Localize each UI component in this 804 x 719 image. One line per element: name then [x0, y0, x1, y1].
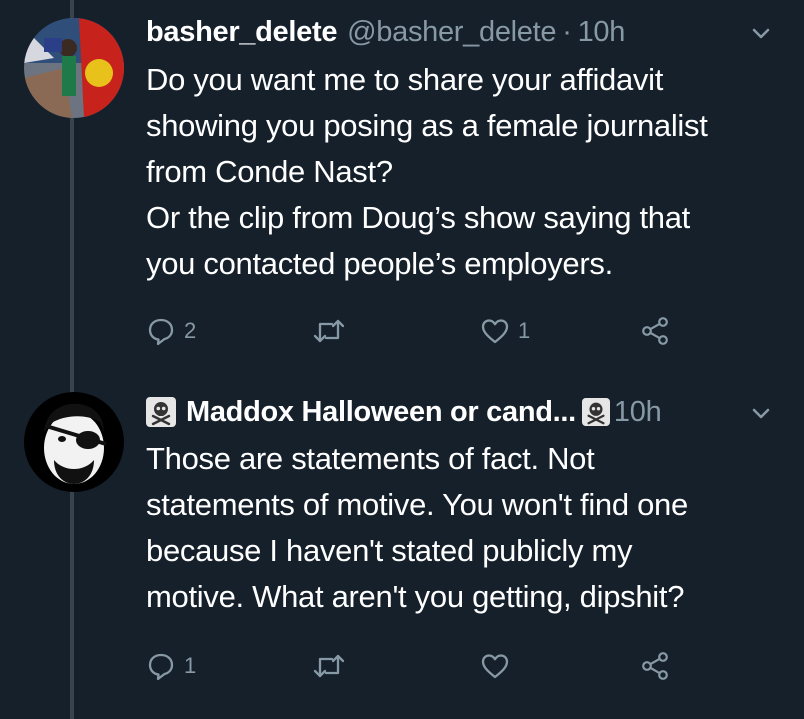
- timestamp[interactable]: 10h: [614, 396, 662, 429]
- like-count: 1: [518, 318, 531, 343]
- share-button[interactable]: [640, 651, 670, 681]
- share-button[interactable]: [640, 316, 670, 346]
- tweet-header: basher_delete @basher_delete · 10h: [146, 10, 774, 54]
- heart-icon: [481, 654, 509, 679]
- tweet[interactable]: basher_delete @basher_delete · 10h Do yo…: [0, 0, 804, 370]
- share-icon: [642, 317, 668, 345]
- reply-button[interactable]: 2: [146, 316, 196, 346]
- avatar[interactable]: [24, 392, 124, 492]
- like-button[interactable]: [480, 651, 518, 681]
- timestamp[interactable]: 10h: [578, 16, 626, 49]
- reply-icon: [148, 318, 174, 346]
- retweet-button[interactable]: [312, 651, 354, 681]
- tweet-actions: 2 1: [146, 316, 706, 346]
- reply-count: 2: [184, 318, 197, 343]
- reply-button[interactable]: 1: [146, 651, 196, 681]
- tweet-text: Those are statements of fact. Not statem…: [146, 441, 688, 614]
- skull-crossbones-icon: [146, 397, 176, 427]
- tweet-header: Maddox Halloween or cand... 10h: [146, 390, 774, 434]
- avatar[interactable]: [24, 18, 124, 118]
- display-name[interactable]: Maddox Halloween or cand...: [186, 396, 576, 429]
- share-icon: [642, 652, 668, 680]
- retweet-icon: [313, 319, 345, 343]
- heart-icon: [481, 319, 509, 344]
- reply-count: 1: [184, 653, 197, 678]
- retweet-icon: [313, 654, 345, 678]
- reply-icon: [148, 653, 174, 681]
- tweet-text: Do you want me to share your affidavit s…: [146, 62, 708, 281]
- chevron-down-icon[interactable]: [748, 20, 774, 46]
- display-name[interactable]: basher_delete: [146, 16, 337, 49]
- tweet[interactable]: Maddox Halloween or cand... 10h Those ar…: [0, 370, 804, 719]
- chevron-down-icon[interactable]: [748, 400, 774, 426]
- separator: ·: [562, 15, 572, 48]
- like-button[interactable]: 1: [480, 316, 530, 346]
- tweet-actions: 1: [146, 651, 706, 681]
- user-handle[interactable]: @basher_delete: [347, 16, 556, 49]
- retweet-button[interactable]: [312, 316, 354, 346]
- skull-crossbones-icon: [581, 398, 610, 426]
